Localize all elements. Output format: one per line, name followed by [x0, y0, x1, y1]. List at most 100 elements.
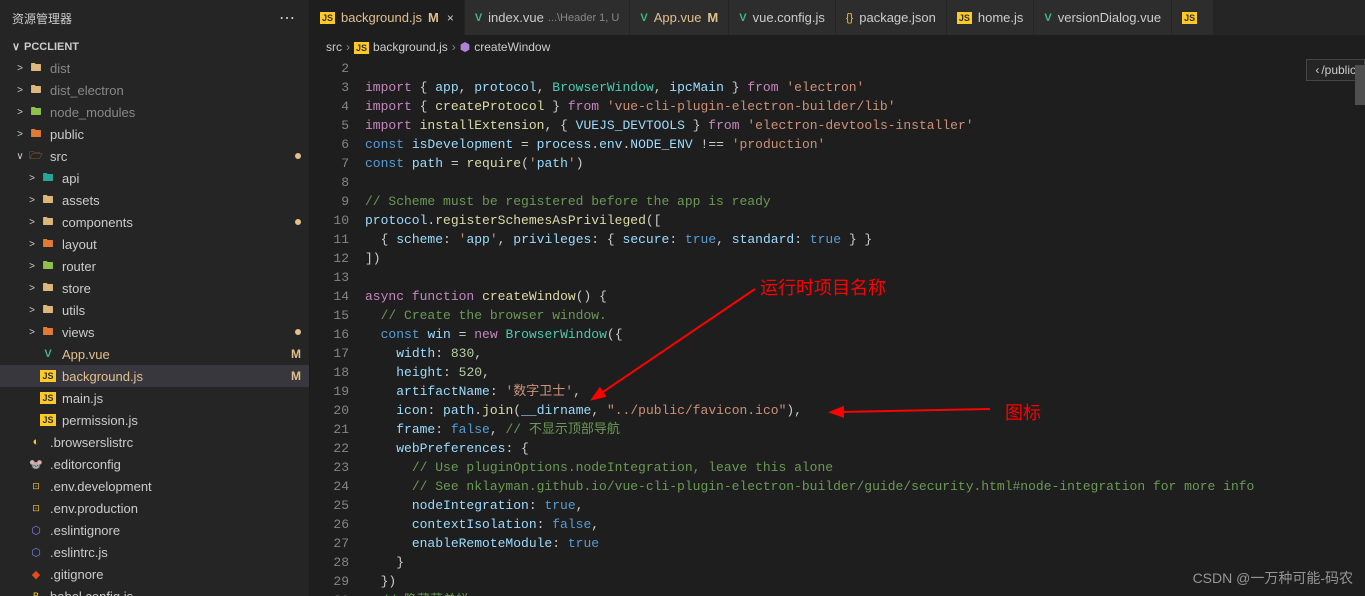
code-line[interactable]: artifactName: '数字卫士', [365, 382, 1365, 401]
line-number: 24 [310, 477, 349, 496]
code-line[interactable]: // Use pluginOptions.nodeIntegration, le… [365, 458, 1365, 477]
editor-tab[interactable]: VApp.vueM [630, 0, 729, 35]
code-line[interactable]: protocol.registerSchemesAsPrivileged([ [365, 211, 1365, 230]
code-line[interactable]: icon: path.join(__dirname, "../public/fa… [365, 401, 1365, 420]
code-line[interactable]: // 隐藏菜单栏 [365, 591, 1365, 596]
code-line[interactable]: import { createProtocol } from 'vue-cli-… [365, 97, 1365, 116]
watermark: CSDN @一万种可能-码农 [1193, 568, 1353, 588]
tree-item[interactable]: ◆.gitignore [0, 563, 309, 585]
code-line[interactable] [365, 173, 1365, 192]
editor-tab[interactable]: VversionDialog.vue [1034, 0, 1172, 35]
tree-item[interactable]: JSbackground.jsM [0, 365, 309, 387]
editor-tab[interactable]: JS [1172, 0, 1214, 35]
file-icon: 🖿 [40, 258, 56, 274]
breadcrumb-item[interactable]: ⬢createWindow [460, 40, 551, 54]
code-line[interactable]: ]) [365, 249, 1365, 268]
code-line[interactable]: const path = require('path') [365, 154, 1365, 173]
tree-label: components [62, 215, 295, 230]
code-line[interactable] [365, 59, 1365, 78]
tree-label: .editorconfig [50, 457, 309, 472]
tree-item[interactable]: ⬡.eslintrc.js [0, 541, 309, 563]
tab-label: home.js [978, 10, 1024, 25]
tree-item[interactable]: ∨🗁src [0, 145, 309, 167]
modified-dot-icon [295, 153, 301, 159]
tree-item[interactable]: >🖿dist [0, 57, 309, 79]
scrollbar-thumb[interactable] [1355, 65, 1365, 105]
more-icon[interactable]: ⋯ [279, 8, 297, 28]
file-icon: JS [1182, 12, 1197, 24]
tree-label: .eslintrc.js [50, 545, 309, 560]
file-icon: 🖿 [40, 214, 56, 230]
tree-item[interactable]: >🖿layout [0, 233, 309, 255]
tree-item[interactable]: >🖿api [0, 167, 309, 189]
code-line[interactable]: nodeIntegration: true, [365, 496, 1365, 515]
file-icon: ⬡ [28, 522, 44, 538]
code-line[interactable]: import installExtension, { VUEJS_DEVTOOL… [365, 116, 1365, 135]
tree-item[interactable]: VApp.vueM [0, 343, 309, 365]
editor-tab[interactable]: {} package.json [836, 0, 947, 35]
chevron-down-icon: ∨ [12, 40, 24, 53]
tree-label: store [62, 281, 309, 296]
file-icon: {} [846, 12, 853, 24]
code-line[interactable]: width: 830, [365, 344, 1365, 363]
code-line[interactable]: webPreferences: { [365, 439, 1365, 458]
code-line[interactable]: height: 520, [365, 363, 1365, 382]
editor[interactable]: 2345678910111213141516171819202122232425… [310, 59, 1365, 596]
code-line[interactable]: // Create the browser window. [365, 306, 1365, 325]
tree-item[interactable]: ◐.browserslistrc [0, 431, 309, 453]
file-icon: V [739, 12, 746, 24]
tree-label: router [62, 259, 309, 274]
breadcrumb-label: createWindow [474, 40, 550, 54]
breadcrumb-item[interactable]: src [326, 40, 342, 54]
tree-item[interactable]: >🖿views [0, 321, 309, 343]
breadcrumb-item[interactable]: JSbackground.js [354, 40, 448, 54]
line-number: 12 [310, 249, 349, 268]
code-line[interactable]: const isDevelopment = process.env.NODE_E… [365, 135, 1365, 154]
code-line[interactable]: async function createWindow() { [365, 287, 1365, 306]
tab-label: package.json [859, 10, 936, 25]
tree-item[interactable]: >🖿dist_electron [0, 79, 309, 101]
tree-item[interactable]: JSmain.js [0, 387, 309, 409]
tree-item[interactable]: ⊡.env.development [0, 475, 309, 497]
file-icon: 🖿 [28, 60, 44, 76]
tree-item[interactable]: JSpermission.js [0, 409, 309, 431]
tree-item[interactable]: >🖿assets [0, 189, 309, 211]
chevron-left-icon: ‹ [1315, 63, 1319, 77]
code-line[interactable]: // See nklayman.github.io/vue-cli-plugin… [365, 477, 1365, 496]
line-number: 7 [310, 154, 349, 173]
tree-item[interactable]: ⊡.env.production [0, 497, 309, 519]
tree-item[interactable]: >🖿store [0, 277, 309, 299]
tree-item[interactable]: >🖿node_modules [0, 101, 309, 123]
tree-item[interactable]: >🖿public [0, 123, 309, 145]
code-line[interactable]: // Scheme must be registered before the … [365, 192, 1365, 211]
file-icon: B [28, 588, 44, 596]
tree-item[interactable]: >🖿components [0, 211, 309, 233]
close-icon[interactable]: × [447, 11, 454, 25]
editor-tab[interactable]: Vindex.vue...\Header 1, U [465, 0, 631, 35]
editor-tab[interactable]: JSbackground.jsM× [310, 0, 465, 35]
editor-tab[interactable]: JShome.js [947, 0, 1035, 35]
workspace-title[interactable]: ∨ PCCLIENT [0, 36, 309, 57]
file-icon: ◐ [28, 434, 44, 450]
line-number: 29 [310, 572, 349, 591]
code-line[interactable]: { scheme: 'app', privileges: { secure: t… [365, 230, 1365, 249]
code-area[interactable]: import { app, protocol, BrowserWindow, i… [365, 59, 1365, 596]
tree-item[interactable]: >🖿 router [0, 255, 309, 277]
code-line[interactable]: frame: false, // 不显示顶部导航 [365, 420, 1365, 439]
code-line[interactable]: import { app, protocol, BrowserWindow, i… [365, 78, 1365, 97]
chevron-icon: > [24, 239, 40, 250]
tree-item[interactable]: >🖿utils [0, 299, 309, 321]
line-number: 28 [310, 553, 349, 572]
scrollbar-vertical[interactable] [1351, 59, 1365, 596]
code-line[interactable]: enableRemoteModule: true [365, 534, 1365, 553]
code-line[interactable]: contextIsolation: false, [365, 515, 1365, 534]
chevron-icon: ∨ [12, 151, 28, 162]
code-line[interactable] [365, 268, 1365, 287]
editor-tab[interactable]: Vvue.config.js [729, 0, 836, 35]
tree-item[interactable]: ⬡.eslintignore [0, 519, 309, 541]
tree-item[interactable]: Bbabel.config.js [0, 585, 309, 596]
chevron-icon: > [24, 261, 40, 272]
tree-item[interactable]: 🐭.editorconfig [0, 453, 309, 475]
breadcrumb[interactable]: src›JSbackground.js›⬢createWindow [310, 35, 1365, 59]
code-line[interactable]: const win = new BrowserWindow({ [365, 325, 1365, 344]
